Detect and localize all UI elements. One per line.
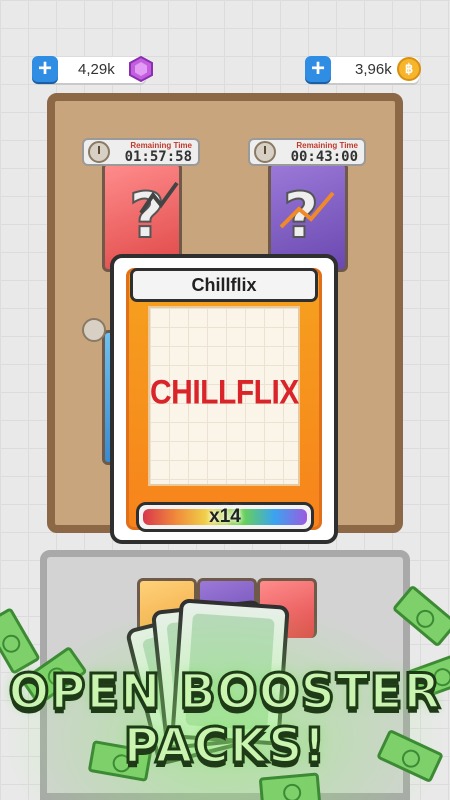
card-title: Chillflix — [130, 268, 318, 302]
clock-icon — [254, 141, 276, 163]
clock-icon — [82, 318, 106, 342]
add-gems-button[interactable]: + — [32, 56, 58, 82]
timer-value: 00:43:00 — [290, 149, 358, 165]
banner-line-1: OPEN BOOSTER — [7, 663, 442, 722]
money-bill-icon — [258, 772, 322, 800]
coin-balance: + 3,96k ฿ — [305, 56, 421, 83]
rarity-meter: x14 — [136, 502, 314, 532]
clock-icon — [88, 141, 110, 163]
gem-icon — [129, 56, 153, 82]
gem-amount: 4,29k — [78, 61, 115, 78]
coin-icon: ฿ — [397, 57, 421, 81]
card-multiplier: x14 — [209, 506, 241, 527]
card-brand-logo: CHILLFLIX — [150, 373, 299, 412]
add-coins-button[interactable]: + — [305, 56, 331, 82]
revealed-card[interactable]: Chillflix CHILLFLIX x14 — [110, 254, 338, 544]
svg-text:?: ? — [129, 179, 165, 252]
coin-amount: 3,96k — [355, 61, 392, 78]
banner-line-2: PACKS! — [122, 717, 327, 776]
gem-balance: + 4,29k — [32, 56, 153, 83]
timer-label-1: Remaining Time 01:57:58 — [82, 138, 200, 166]
timer-value: 01:57:58 — [124, 149, 192, 165]
timer-label-2: Remaining Time 00:43:00 — [248, 138, 366, 166]
card-artwork: CHILLFLIX — [148, 306, 300, 486]
